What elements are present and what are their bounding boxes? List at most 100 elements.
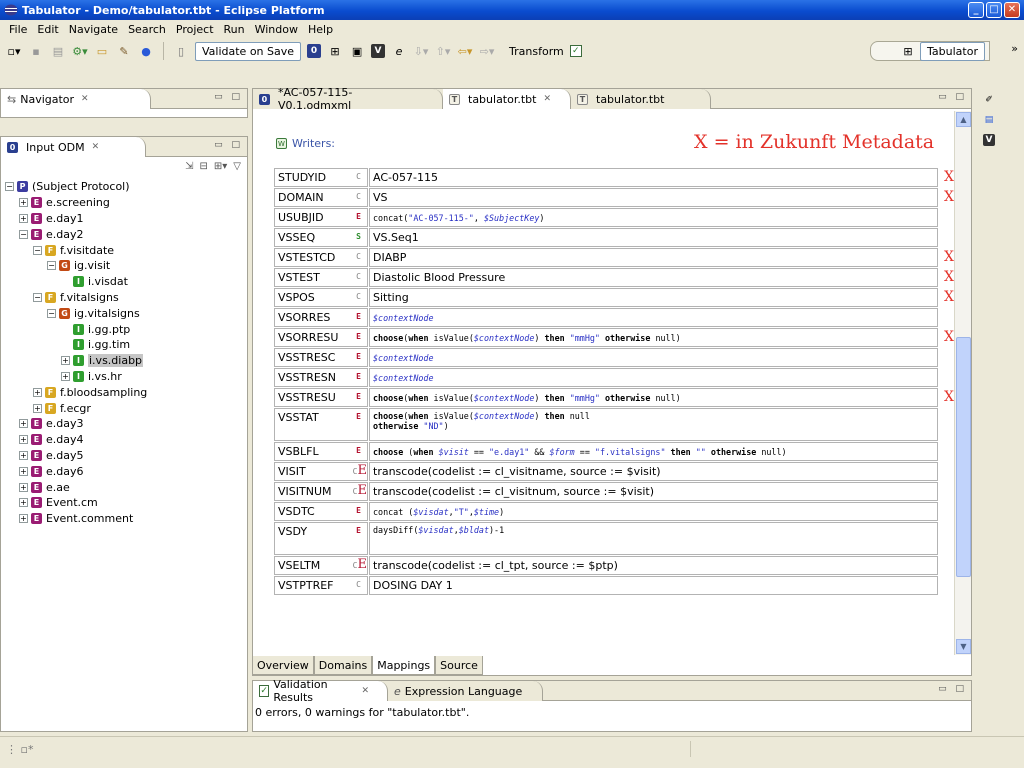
mapping-expression-field[interactable]: transcode(codelist := cl_visitnum, sourc… (369, 482, 938, 501)
mapping-type-badge[interactable]: C (356, 252, 361, 261)
scroll-down-icon[interactable]: ▼ (956, 639, 971, 654)
view-menu-icon[interactable]: ▽ (233, 161, 241, 172)
expand-icon[interactable]: + (19, 498, 28, 508)
mapping-type-badge[interactable]: CE (353, 483, 367, 498)
mapping-expression-field[interactable]: Diastolic Blood Pressure (369, 268, 938, 287)
maximize-button[interactable]: □ (986, 2, 1002, 18)
tree-node[interactable]: + Ee.ae (5, 479, 245, 495)
tree-node[interactable]: + Ff.ecgr (5, 400, 245, 416)
back-icon[interactable]: ⇦▾ (457, 43, 473, 59)
mapping-type-badge[interactable]: E (356, 332, 361, 341)
menu-help[interactable]: Help (303, 23, 338, 36)
mapping-expression-field[interactable]: $contextNode (369, 348, 938, 367)
perspective-switcher[interactable]: ⊞ Tabulator (870, 41, 990, 61)
tree-node[interactable]: Ii.gg.ptp (5, 321, 245, 337)
mapping-expression-field[interactable]: transcode(codelist := cl_visitname, sour… (369, 462, 938, 481)
next-annotation-icon[interactable]: ⇩▾ (413, 43, 429, 59)
mapping-expression-field[interactable]: choose (when $visit == "e.day1" && $form… (369, 442, 938, 461)
pencil-icon[interactable]: ✎ (116, 43, 132, 59)
expand-icon[interactable]: + (19, 198, 28, 208)
tree-icon[interactable]: ⊞ (327, 43, 343, 59)
editor-tab[interactable]: Ttabulator.tbt ✕ (443, 89, 571, 109)
table-icon[interactable]: ▣ (349, 43, 365, 59)
menu-run[interactable]: Run (219, 23, 250, 36)
editor-page-tab[interactable]: Mappings (372, 656, 436, 675)
collapse-icon[interactable]: − (33, 245, 42, 255)
mapping-type-badge[interactable]: S (356, 232, 361, 241)
validate-on-save-button[interactable]: Validate on Save (195, 41, 302, 61)
menu-window[interactable]: Window (250, 23, 303, 36)
variable-name-field[interactable]: VISITNUM CE (274, 482, 368, 501)
tree-node[interactable]: − Gig.vitalsigns (5, 305, 245, 321)
mapping-type-badge[interactable]: C (356, 580, 361, 589)
expand-icon[interactable]: + (19, 213, 28, 223)
tab-validation-results[interactable]: ✓ Validation Results ✕ (253, 678, 388, 704)
mapping-expression-field[interactable]: concat ($visdat,"T",$time) (369, 502, 938, 521)
tree-node[interactable]: − P (Subject Protocol) (5, 179, 245, 195)
mapping-type-badge[interactable]: E (356, 506, 361, 515)
collapse-icon[interactable]: − (5, 182, 14, 192)
tab-navigator[interactable]: ⇆ Navigator ✕ (1, 89, 151, 109)
globe-icon[interactable]: ● (138, 43, 154, 59)
mapping-type-badge[interactable]: E (356, 392, 361, 401)
mapping-type-badge[interactable]: E (356, 526, 361, 535)
expand-icon[interactable]: ⊞▾ (214, 161, 227, 172)
expand-icon[interactable]: + (61, 371, 70, 381)
minimize-button[interactable]: _ (968, 2, 984, 18)
mapping-expression-field[interactable]: VS.Seq1 (369, 228, 938, 247)
mapping-type-badge[interactable]: CE (353, 463, 367, 478)
expand-icon[interactable]: + (33, 387, 42, 397)
expand-icon[interactable]: + (61, 356, 70, 366)
mapping-type-badge[interactable]: E (356, 352, 361, 361)
tree-node[interactable]: + Ee.day6 (5, 463, 245, 479)
tree-node[interactable]: − Ff.vitalsigns (5, 290, 245, 306)
mapping-expression-field[interactable]: DOSING DAY 1 (369, 576, 938, 595)
scroll-thumb[interactable] (956, 337, 971, 577)
forward-icon[interactable]: ⇨▾ (479, 43, 495, 59)
expand-icon[interactable]: + (19, 482, 28, 492)
variable-name-field[interactable]: VSSTRESU E (274, 388, 368, 407)
menu-file[interactable]: File (4, 23, 32, 36)
variable-name-field[interactable]: VISIT CE (274, 462, 368, 481)
mapping-type-badge[interactable]: C (356, 272, 361, 281)
mapping-type-badge[interactable]: C (356, 172, 361, 181)
collapse-icon[interactable]: − (19, 229, 28, 239)
collapse-icon[interactable]: − (47, 261, 56, 271)
tree-node[interactable]: + Ee.screening (5, 195, 245, 211)
new-icon[interactable]: ▫▾ (6, 43, 22, 59)
transform-checkbox[interactable]: ✓ (569, 45, 582, 57)
mapping-expression-field[interactable]: choose(when isValue($contextNode) then "… (369, 328, 938, 347)
close-button[interactable]: ✕ (1004, 2, 1020, 18)
tree-node[interactable]: + E Event.cm (5, 495, 245, 511)
menu-navigate[interactable]: Navigate (64, 23, 123, 36)
mapping-expression-field[interactable]: $contextNode (369, 368, 938, 387)
editor-minmax[interactable]: ▭ □ (938, 92, 967, 102)
trim-validate-icon[interactable]: V (983, 134, 995, 146)
open-folder-icon[interactable]: ▭ (94, 43, 110, 59)
validate-icon[interactable]: V (371, 44, 386, 58)
close-icon[interactable]: ✕ (543, 94, 551, 104)
debug-icon[interactable]: ⚙▾ (72, 43, 88, 59)
trim-view-icon[interactable]: ▤ (983, 114, 995, 126)
editor-page-tab[interactable]: Source (435, 656, 483, 675)
expression-icon[interactable]: e (391, 43, 407, 59)
variable-name-field[interactable]: VSTEST C (274, 268, 368, 287)
view-minmax[interactable]: ▭ □ (938, 684, 967, 694)
variable-name-field[interactable]: VSSEQ S (274, 228, 368, 247)
prev-annotation-icon[interactable]: ⇧▾ (435, 43, 451, 59)
mapping-expression-field[interactable]: Sitting (369, 288, 938, 307)
view-minmax[interactable]: ▭ □ (214, 92, 243, 102)
tab-input-odm[interactable]: 0 Input ODM ✕ (1, 137, 146, 157)
variable-name-field[interactable]: VSPOS C (274, 288, 368, 307)
variable-name-field[interactable]: VSSTRESN E (274, 368, 368, 387)
editor-tab[interactable]: 0 *AC-057-115-V0.1.odmxml (253, 86, 443, 112)
tree-node[interactable]: + Ff.bloodsampling (5, 384, 245, 400)
mapping-expression-field[interactable]: transcode(codelist := cl_tpt, source := … (369, 556, 938, 575)
menu-search[interactable]: Search (123, 23, 171, 36)
variable-name-field[interactable]: VSBLFL E (274, 442, 368, 461)
tab-expression-language[interactable]: e Expression Language (388, 681, 543, 701)
expand-icon[interactable]: + (19, 514, 28, 524)
tree-node[interactable]: + Ee.day1 (5, 211, 245, 227)
variable-name-field[interactable]: VSDTC E (274, 502, 368, 521)
mapping-expression-field[interactable]: $contextNode (369, 308, 938, 327)
